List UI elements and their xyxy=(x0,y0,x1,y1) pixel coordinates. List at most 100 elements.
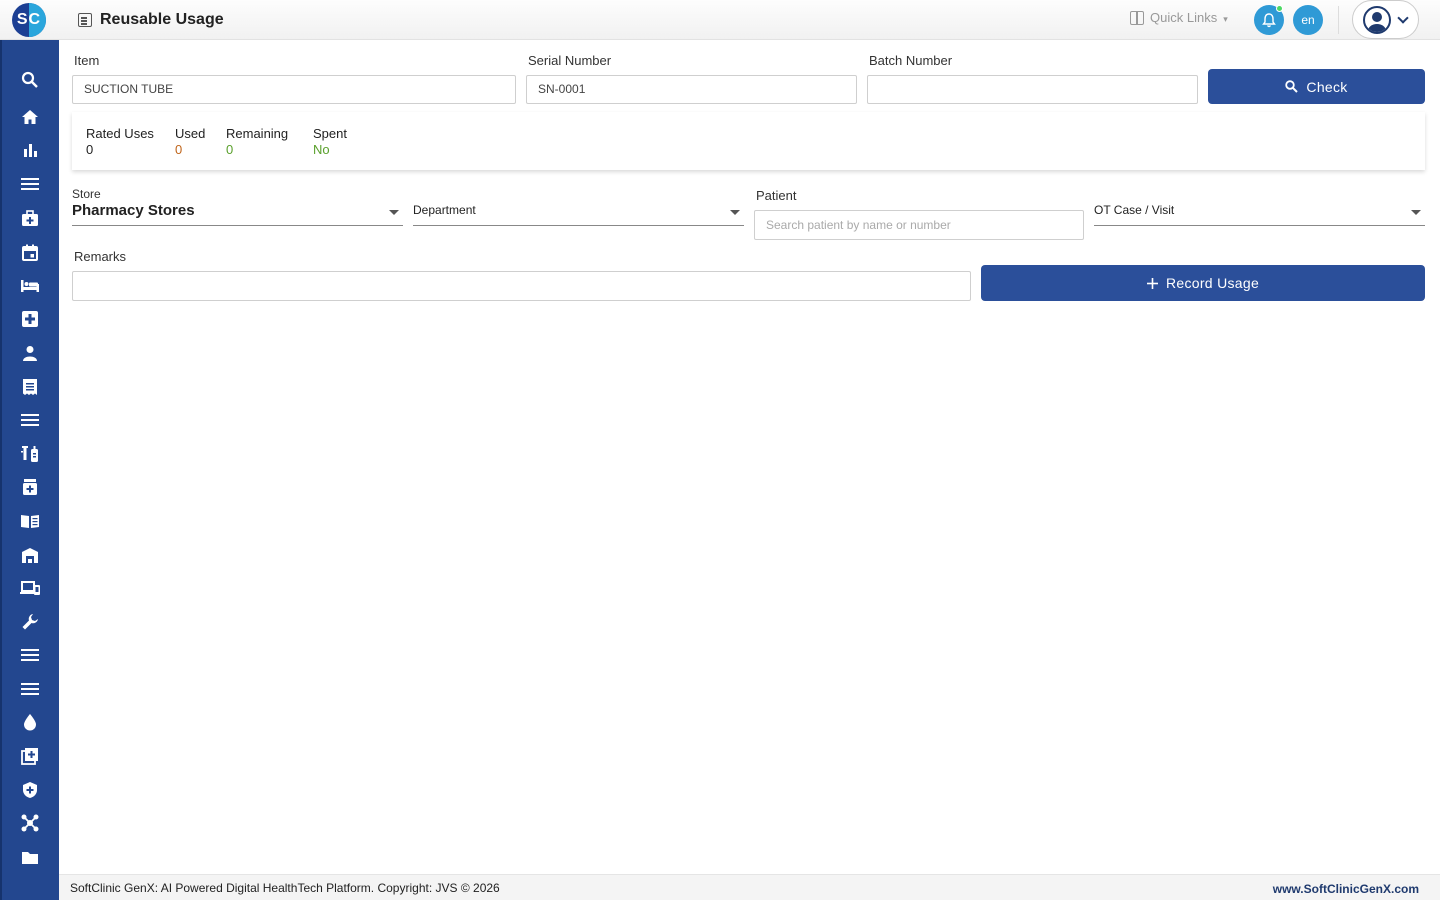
patient-search-input[interactable]: Search patient by name or number xyxy=(754,210,1084,240)
language-button[interactable]: en xyxy=(1293,5,1323,35)
medical-cross-icon xyxy=(22,311,38,327)
remaining-label: Remaining xyxy=(226,126,289,141)
store-label: Store xyxy=(72,187,101,201)
item-field[interactable]: SUCTION TUBE xyxy=(72,75,516,104)
folder-icon xyxy=(22,851,38,864)
divider xyxy=(1338,6,1339,34)
check-button-label: Check xyxy=(1306,78,1348,95)
dropdown-arrow-icon xyxy=(389,210,399,215)
bell-icon xyxy=(1262,12,1276,27)
quick-links-menu[interactable]: Quick Links ▾ xyxy=(1130,10,1228,25)
ot-case-visit-select-value: OT Case / Visit xyxy=(1094,203,1175,217)
search-icon xyxy=(21,71,38,88)
sidebar-item-files[interactable] xyxy=(19,846,41,868)
sidebar-item-calendar[interactable] xyxy=(19,241,41,263)
sidebar xyxy=(0,40,59,900)
usage-stats-card: Rated Uses 0 Used 0 Remaining 0 Spent No xyxy=(72,112,1425,170)
sidebar-item-medical[interactable] xyxy=(19,308,41,330)
sidebar-item-lab[interactable] xyxy=(19,443,41,465)
sidebar-item-library[interactable] xyxy=(19,510,41,532)
spent-label: Spent xyxy=(313,126,347,141)
sidebar-item-stores[interactable] xyxy=(19,544,41,566)
footer-website-link[interactable]: www.SoftClinicGenX.com xyxy=(1273,882,1419,896)
batch-number-field[interactable] xyxy=(867,75,1198,104)
lab-icon xyxy=(21,446,38,462)
list-icon xyxy=(21,414,39,426)
pharmacy-icon xyxy=(23,479,37,495)
stat-spent: Spent No xyxy=(313,126,347,157)
drop-icon xyxy=(24,714,36,731)
page-icon xyxy=(78,13,92,27)
serial-number-field[interactable]: SN-0001 xyxy=(526,75,857,104)
sidebar-item-lines-alt[interactable] xyxy=(19,678,41,700)
sidebar-item-patients[interactable] xyxy=(19,342,41,364)
footer-copyright: SoftClinic GenX: AI Powered Digital Heal… xyxy=(70,881,500,895)
sidebar-item-home[interactable] xyxy=(19,106,41,128)
remarks-label: Remarks xyxy=(74,249,127,264)
sidebar-item-list[interactable] xyxy=(19,409,41,431)
sidebar-item-blood-bank[interactable] xyxy=(19,711,41,733)
sidebar-item-billing[interactable] xyxy=(19,376,41,398)
plus-icon xyxy=(1146,277,1158,289)
stat-rated-uses: Rated Uses 0 xyxy=(86,126,154,157)
lines-icon xyxy=(21,649,39,661)
app-logo[interactable]: SC xyxy=(12,3,46,37)
batch-number-label: Batch Number xyxy=(869,53,953,68)
wrench-icon xyxy=(22,614,38,630)
sidebar-item-search[interactable] xyxy=(19,69,41,91)
sidebar-item-inpatient[interactable] xyxy=(19,275,41,297)
dropdown-arrow-icon xyxy=(1411,210,1421,215)
department-select[interactable]: Department xyxy=(413,200,744,226)
sidebar-item-pharmacy[interactable] xyxy=(19,476,41,498)
remaining-value: 0 xyxy=(226,142,234,157)
record-usage-button[interactable]: Record Usage xyxy=(981,265,1425,301)
person-icon xyxy=(23,346,37,361)
sidebar-item-security[interactable] xyxy=(19,779,41,801)
used-value: 0 xyxy=(175,142,183,157)
sidebar-item-medical-bag[interactable] xyxy=(19,207,41,229)
patient-label: Patient xyxy=(756,188,797,203)
receipt-icon xyxy=(23,379,37,395)
stat-used: Used 0 xyxy=(175,126,205,157)
search-icon xyxy=(1285,80,1299,93)
user-menu-button[interactable] xyxy=(1352,0,1419,39)
book-icon xyxy=(21,515,39,528)
sidebar-item-menu[interactable] xyxy=(19,173,41,195)
home-icon xyxy=(22,110,38,124)
remarks-field[interactable] xyxy=(72,271,971,301)
footer: SoftClinic GenX: AI Powered Digital Heal… xyxy=(59,874,1440,900)
notification-dot xyxy=(1276,5,1283,12)
sidebar-item-reports[interactable] xyxy=(19,139,41,161)
rated-uses-label: Rated Uses xyxy=(86,126,154,141)
check-button[interactable]: Check xyxy=(1208,69,1425,104)
caret-down-icon: ▾ xyxy=(1223,14,1228,24)
devices-icon xyxy=(20,581,40,595)
shield-icon xyxy=(23,782,37,798)
quick-links-label: Quick Links xyxy=(1150,10,1218,25)
avatar xyxy=(1363,5,1391,34)
serial-number-label: Serial Number xyxy=(528,53,612,68)
spent-value: No xyxy=(313,142,330,157)
sidebar-item-network[interactable] xyxy=(19,812,41,834)
calendar-icon xyxy=(22,244,38,261)
chevron-down-icon xyxy=(1397,11,1409,24)
sidebar-item-add[interactable] xyxy=(19,745,41,767)
medical-bag-icon xyxy=(22,210,38,226)
store-select-value: Pharmacy Stores xyxy=(72,202,195,219)
notifications-button[interactable] xyxy=(1254,5,1284,35)
dropdown-arrow-icon xyxy=(730,210,740,215)
stat-remaining: Remaining 0 xyxy=(226,126,288,157)
ot-case-visit-select[interactable]: OT Case / Visit xyxy=(1094,200,1425,226)
sidebar-item-maintenance[interactable] xyxy=(19,611,41,633)
menu-icon xyxy=(21,178,39,190)
sidebar-item-devices[interactable] xyxy=(19,577,41,599)
page-title: Reusable Usage xyxy=(100,11,224,28)
item-label: Item xyxy=(74,53,100,68)
top-bar: SC Reusable Usage Quick Links ▾ en xyxy=(0,0,1440,40)
rated-uses-value: 0 xyxy=(86,142,94,157)
store-select[interactable]: Pharmacy Stores xyxy=(72,200,403,226)
network-icon xyxy=(21,814,39,832)
sidebar-item-lines[interactable] xyxy=(19,644,41,666)
lines-alt-icon xyxy=(21,683,39,695)
add-box-icon xyxy=(21,748,38,765)
